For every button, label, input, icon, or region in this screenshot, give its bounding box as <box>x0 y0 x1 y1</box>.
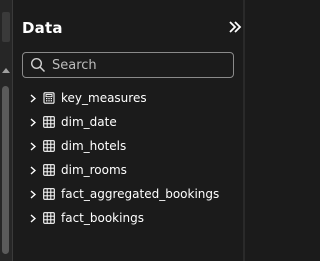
data-pane: Data key_measures <box>0 0 245 261</box>
table-icon <box>43 212 55 224</box>
table-item-dim-date[interactable]: dim_date <box>0 110 240 134</box>
table-label: dim_hotels <box>61 139 127 153</box>
table-label: dim_rooms <box>61 163 127 177</box>
pane-resize-handle[interactable] <box>2 12 10 42</box>
table-item-key-measures[interactable]: key_measures <box>0 86 240 110</box>
table-label: fact_bookings <box>61 211 144 225</box>
table-label: key_measures <box>61 91 147 105</box>
chevron-right-icon[interactable] <box>30 94 36 103</box>
chevron-right-icon[interactable] <box>30 166 36 175</box>
pane-divider <box>243 0 245 261</box>
chevron-right-icon[interactable] <box>30 118 36 127</box>
table-label: dim_date <box>61 115 117 129</box>
chevron-right-icon[interactable] <box>30 214 36 223</box>
table-item-fact-bookings[interactable]: fact_bookings <box>0 206 240 230</box>
table-list: key_measures dim_date dim_hotels dim_roo… <box>0 86 240 230</box>
search-input[interactable] <box>52 55 227 75</box>
search-icon <box>30 57 46 73</box>
pane-title: Data <box>22 19 63 37</box>
table-icon <box>43 188 55 200</box>
table-icon <box>43 116 55 128</box>
expand-pane-icon[interactable] <box>228 18 242 36</box>
table-item-dim-rooms[interactable]: dim_rooms <box>0 158 240 182</box>
table-icon <box>43 140 55 152</box>
table-icon <box>43 164 55 176</box>
chevron-right-icon[interactable] <box>30 142 36 151</box>
table-item-dim-hotels[interactable]: dim_hotels <box>0 134 240 158</box>
measure-table-icon <box>43 92 55 104</box>
table-label: fact_aggregated_bookings <box>61 187 220 201</box>
search-box[interactable] <box>22 52 234 78</box>
table-item-fact-aggregated-bookings[interactable]: fact_aggregated_bookings <box>0 182 240 206</box>
chevron-right-icon[interactable] <box>30 190 36 199</box>
scroll-up-icon[interactable] <box>1 66 11 74</box>
